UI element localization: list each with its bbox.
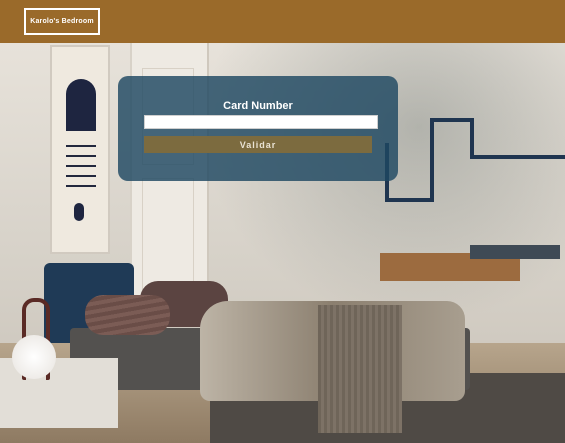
logo-box[interactable]: Karolo's Bedroom bbox=[24, 8, 100, 35]
wall-poster bbox=[50, 45, 110, 254]
card-number-input[interactable] bbox=[144, 115, 378, 129]
lamp bbox=[12, 335, 56, 379]
card-number-label: Card Number bbox=[223, 100, 293, 112]
logo-text: Karolo's Bedroom bbox=[30, 18, 94, 25]
validar-button[interactable]: Validar bbox=[144, 136, 372, 153]
desk-surface bbox=[470, 245, 560, 259]
top-header: Karolo's Bedroom bbox=[0, 0, 565, 43]
shelf bbox=[430, 118, 472, 122]
card-form-panel: Card Number Validar bbox=[118, 76, 398, 181]
pillow bbox=[85, 295, 170, 335]
throw-blanket bbox=[318, 305, 402, 433]
